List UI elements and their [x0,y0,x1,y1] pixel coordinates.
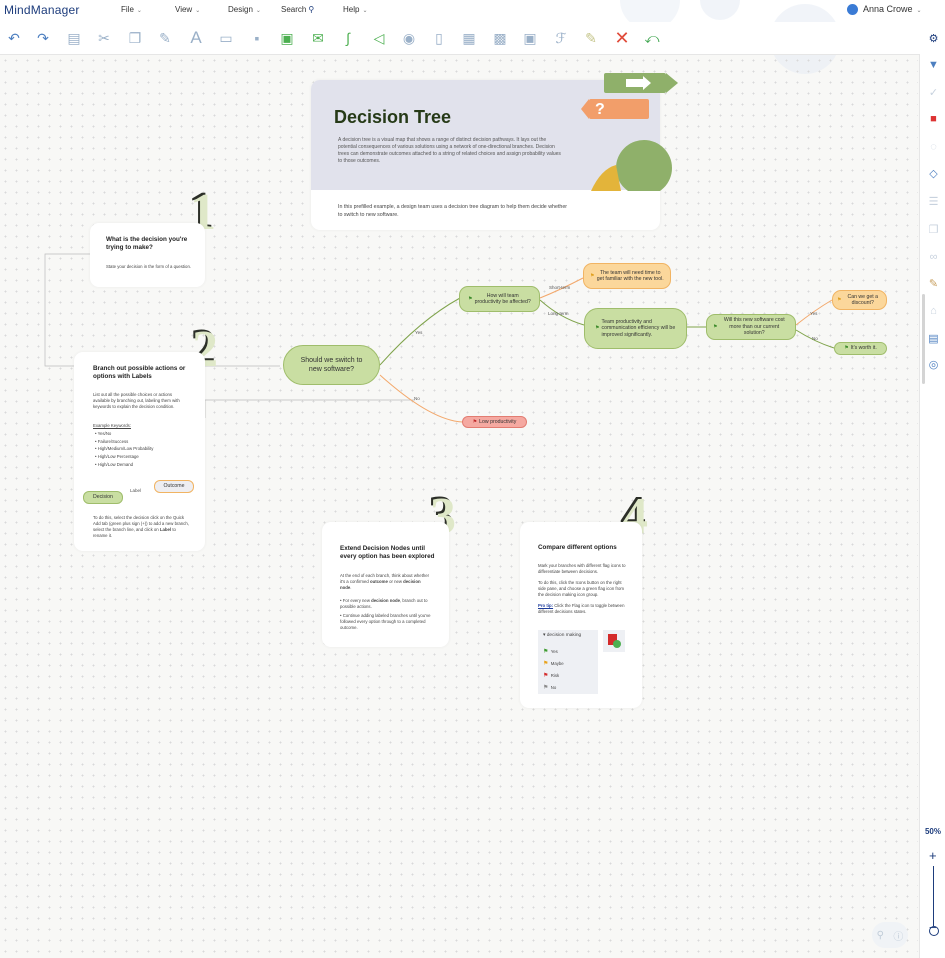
flag-icon: ⚑ [543,685,549,691]
step4-card[interactable]: Compare different options Mark your bran… [520,522,642,708]
step4-title: Compare different options [538,544,617,551]
step4-protip: Pro tip: Click the Flag icon to toggle b… [538,603,625,614]
branch-label-yes[interactable]: Yes [415,330,422,335]
flag-icon: ⚑ [837,296,842,303]
link-icon[interactable]: ∞ [927,250,940,263]
list-item: • High/Low Percentage [95,454,139,460]
icon-group-panel: ▾ decision making ⚑ Yes ⚑ Maybe ⚑ Risk ⚑… [538,630,598,694]
flag-icon: ⚑ [713,323,718,330]
keywords-heading: Example Keywords: [93,423,131,428]
branch-label-long-term[interactable]: Long-term [548,311,569,316]
step3-title: Extend Decision Nodes until every option… [340,545,435,560]
outcome-node-worth-it[interactable]: ⚑ It's worth it. [834,342,887,355]
list-item: • High/Low Demand [95,461,134,467]
decor-leaf [591,165,621,191]
filter-icon[interactable]: ▼ [927,58,940,71]
step1-text: State your decision in the form of a que… [106,264,192,269]
flag-icon: ⚑ [543,661,549,667]
list-item: • For every new decision node, branch ou… [340,598,428,609]
zoom-level: 50% [924,827,941,836]
branch-label-short-term[interactable]: Short-term [549,285,570,290]
root-decision-node[interactable]: Should we switch to new software? [283,345,380,385]
flag-icon: ⚑ [590,272,595,279]
step3-text: At the end of each branch, think about w… [340,573,430,590]
icons-button-preview [603,630,625,652]
branch-line [379,374,463,423]
step2-text: List out all the possible choices or act… [93,392,180,409]
info-icon[interactable]: ⓘ [893,928,903,943]
chevron-down-icon: ▾ [543,633,546,638]
demo-branch-label: Label [130,488,142,493]
step2-instructions: To do this, select the decision click on… [93,515,189,538]
image-icon[interactable]: ▤ [927,332,940,345]
branch-label-no[interactable]: No [812,336,818,341]
flag-icon: ⚑ [543,673,549,679]
header-description: A decision tree is a visual map that sho… [338,137,561,164]
step-connector [204,399,415,418]
list-item: • Continue adding labeled branches until… [340,613,431,630]
flag-row[interactable]: ⚑ No [543,685,556,691]
step1-card[interactable]: What is the decision you're trying to ma… [90,223,205,287]
step4-text2: To do this, click the Icons button on th… [538,580,624,597]
flag-row[interactable]: ⚑ Maybe [543,661,564,667]
demo-outcome-node: Outcome [154,480,194,493]
header-footer: In this prefilled example, a design team… [338,204,568,218]
flag-icon: ⚑ [468,295,473,302]
lifebuoy-icon[interactable]: ◎ [927,358,940,371]
header-card[interactable]: Decision Tree A decision tree is a visua… [311,73,678,230]
flag-icon: ⚑ [472,418,478,425]
outcome-node-long-term[interactable]: ⚑ Team productivity and communication eff… [584,308,687,349]
protip-link[interactable]: Pro tip: [538,603,553,608]
format-painter-icon[interactable]: ✎ [927,277,940,290]
map-overlay-controls[interactable]: ⚲ ⓘ [872,922,908,948]
signpost-arrow [666,73,678,93]
outcome-node-short-term[interactable]: ⚑ The team will need time to get familiar… [583,263,671,289]
page-title: Decision Tree [334,107,452,127]
zoom-slider[interactable] [933,866,934,926]
step2-card[interactable]: Branch out possible actions or options w… [74,352,205,551]
step2-title: Branch out possible actions or options w… [93,365,186,380]
scrollbar[interactable] [922,294,925,384]
tag-icon[interactable]: ◇ [927,167,940,180]
decor-circle [616,140,672,191]
location-icon[interactable]: ⚲ [877,930,884,941]
step1-title: What is the decision you're trying to ma… [106,236,188,251]
zoom-out-button[interactable]: − [929,920,937,935]
signpost-arrow [581,99,589,119]
list-item: • High/Medium/Low Probability [95,446,154,452]
branch-label-no[interactable]: No [414,396,420,401]
check-icon [613,640,621,648]
flag-row[interactable]: ⚑ Risk [543,673,559,679]
outcome-node-low-productivity[interactable]: ⚑ Low productivity [462,416,527,428]
flag-icon: ⚑ [595,325,600,332]
outcome-node-discount[interactable]: ⚑ Can we get a discount? [832,290,887,310]
decision-node-cost[interactable]: ⚑ Will this new software cost more than o… [706,314,796,340]
list-icon[interactable]: ☰ [927,195,940,208]
flag-icon: ⚑ [543,649,549,655]
decision-node-productivity[interactable]: ⚑ How will team productivity be affected? [459,286,540,312]
list-item: • Failure/Success [95,438,129,444]
step3-card[interactable]: Extend Decision Nodes until every option… [322,522,449,647]
question-mark-icon: ? [595,101,605,118]
step4-text1: Mark your branches with different flag i… [538,563,626,574]
building-icon[interactable]: ⌂ [927,304,940,317]
branch-label-yes[interactable]: Yes [810,311,817,316]
task-icon[interactable]: ■ [927,112,940,125]
list-item: • Yes/No [95,431,112,436]
demo-decision-node: Decision [83,491,123,504]
copy-icon[interactable]: ❐ [927,223,940,236]
check-icon[interactable]: ✓ [927,86,940,99]
flag-icon: ⚑ [844,345,849,352]
zoom-in-button[interactable]: + [929,848,937,863]
header-illustration: ? [581,73,678,191]
right-rail: ⚙ ▼ ✓ ■ ◌ ◇ ☰ ❐ ∞ ✎ ⌂ ▤ ◎ 50% + − [919,33,945,958]
comment-icon[interactable]: ◌ [927,140,940,153]
flag-row[interactable]: ⚑ Yes [543,649,558,655]
keywords-list: • Yes/No • Failure/Success • High/Medium… [93,430,193,469]
icon-group-title[interactable]: ▾ decision making [543,633,581,639]
settings-icon[interactable]: ⚙ [927,32,940,45]
